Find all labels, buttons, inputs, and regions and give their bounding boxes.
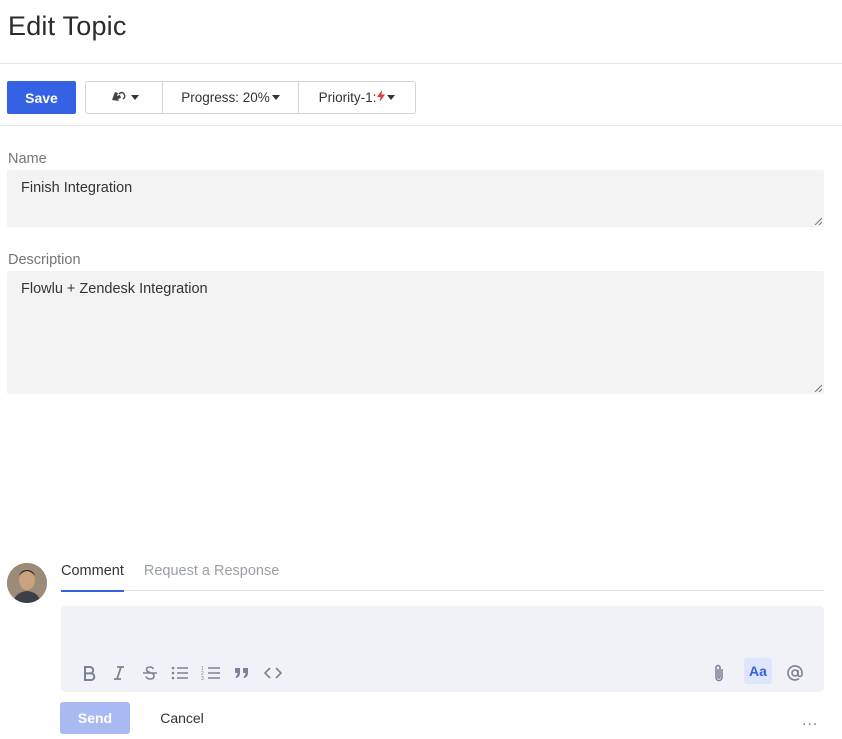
resize-grip-icon[interactable] xyxy=(814,384,822,392)
assignee-dropdown[interactable] xyxy=(85,81,163,114)
priority-dropdown[interactable]: Priority-1: xyxy=(298,81,416,114)
bold-icon[interactable] xyxy=(78,662,100,684)
tab-comment[interactable]: Comment xyxy=(61,563,124,592)
strikethrough-icon[interactable] xyxy=(139,662,161,684)
toolbar-divider xyxy=(0,125,842,126)
comment-tabs: Comment Request a Response xyxy=(61,563,824,592)
progress-dropdown[interactable]: Progress: 20% xyxy=(162,81,299,114)
chevron-down-icon xyxy=(131,95,139,100)
attachment-icon[interactable] xyxy=(708,662,730,684)
description-label: Description xyxy=(8,252,81,268)
avatar xyxy=(7,563,47,603)
svg-text:3: 3 xyxy=(201,676,204,681)
toolbar-segment-group: Progress: 20% Priority-1: xyxy=(85,81,416,114)
chevron-down-icon xyxy=(271,95,280,100)
priority-label: Priority-1: xyxy=(318,90,377,105)
send-button[interactable]: Send xyxy=(60,702,130,734)
italic-icon[interactable] xyxy=(108,662,130,684)
lightning-icon xyxy=(377,90,386,105)
header-divider xyxy=(0,63,842,64)
code-icon[interactable] xyxy=(262,662,284,684)
quote-icon[interactable] xyxy=(231,662,253,684)
save-button[interactable]: Save xyxy=(7,81,76,114)
comment-editor[interactable]: 123 Aa xyxy=(61,606,824,692)
assignee-icon xyxy=(109,89,129,106)
toolbar: Save Progress: 20% Priority-1: xyxy=(7,81,416,114)
description-field[interactable]: Flowlu + Zendesk Integration xyxy=(7,271,824,394)
text-format-icon[interactable]: Aa xyxy=(744,658,772,684)
name-field[interactable]: Finish Integration xyxy=(7,170,824,227)
resize-grip-icon[interactable] xyxy=(814,217,822,225)
progress-label: Progress: 20% xyxy=(181,90,270,105)
page-title: Edit Topic xyxy=(8,11,127,41)
more-options-icon[interactable]: ... xyxy=(802,712,818,730)
bullet-list-icon[interactable] xyxy=(169,662,191,684)
name-label: Name xyxy=(8,151,47,167)
chevron-down-icon xyxy=(387,95,396,100)
numbered-list-icon[interactable]: 123 xyxy=(200,662,222,684)
description-field-value: Flowlu + Zendesk Integration xyxy=(21,281,208,297)
tab-request-response[interactable]: Request a Response xyxy=(144,563,299,591)
mention-icon[interactable] xyxy=(784,662,806,684)
cancel-button[interactable]: Cancel xyxy=(148,702,216,734)
name-field-value: Finish Integration xyxy=(21,180,133,196)
